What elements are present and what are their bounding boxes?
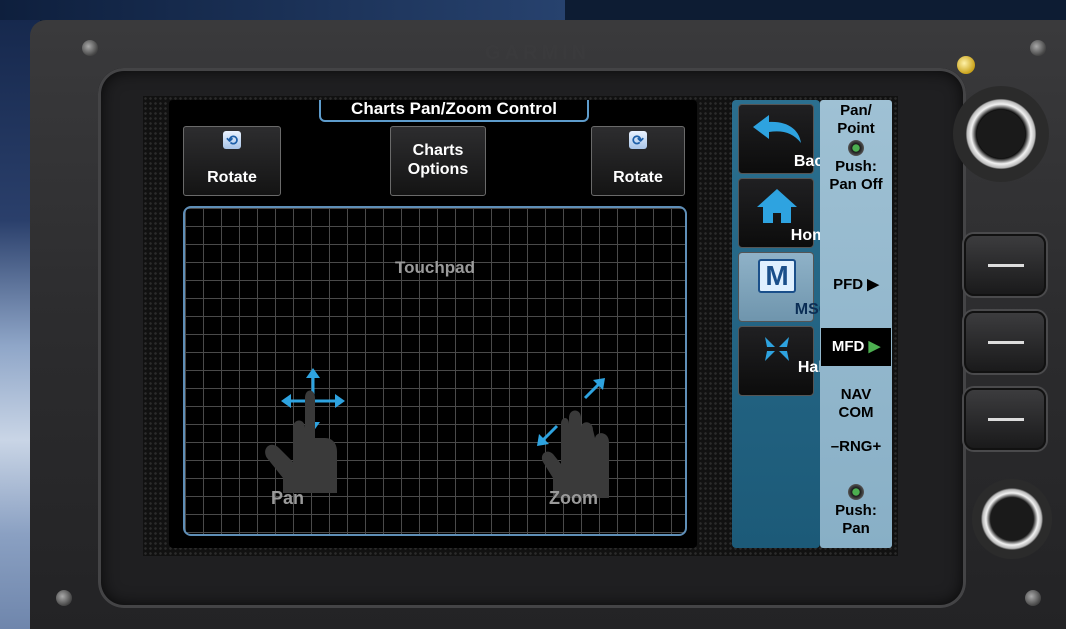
pan-point-label-2: Point: [837, 120, 875, 137]
touchpad-area[interactable]: Touchpad Pan Zoom: [183, 206, 687, 536]
home-button[interactable]: Home: [738, 178, 835, 248]
rotate-cw-button[interactable]: ⟳ Rotate: [591, 126, 685, 196]
rotate-cw-label: Rotate: [613, 169, 663, 186]
hardware-button-1[interactable]: [964, 234, 1046, 296]
pan-gesture-icon: [265, 368, 345, 493]
half-button[interactable]: Half: [738, 326, 828, 396]
mfd-active-label: MFD ▶: [821, 328, 891, 366]
lower-knob[interactable]: [972, 479, 1052, 559]
back-button[interactable]: Back: [738, 104, 832, 174]
hardware-button-2[interactable]: [964, 311, 1046, 373]
rotate-ccw-icon: ⟲: [223, 131, 241, 149]
screw-icon: [56, 590, 72, 606]
pan-point-label-1: Pan/: [840, 102, 872, 119]
background-top: [0, 0, 565, 20]
pfd-label: PFD ▶: [833, 276, 879, 293]
knob-icon: [848, 140, 864, 156]
screw-icon: [1030, 40, 1046, 56]
knob-label-column: Pan/ Point Push: Pan Off PFD ▶ MFD ▶ NAV…: [820, 100, 892, 548]
rotate-cw-icon: ⟳: [629, 131, 647, 149]
screw-icon: [82, 40, 98, 56]
rotate-ccw-label: Rotate: [207, 169, 257, 186]
lower-push-label-1: Push:: [835, 502, 877, 519]
screw-icon: [1025, 590, 1041, 606]
active-arrow-icon: ▶: [868, 338, 881, 355]
msg-button[interactable]: M MSG: [738, 252, 831, 322]
hardware-button-3[interactable]: [964, 388, 1046, 450]
msg-icon: M: [758, 259, 796, 293]
upper-knob[interactable]: [953, 86, 1049, 182]
upper-push-label-1: Push:: [835, 158, 877, 175]
brand-logo: GARMIN: [485, 42, 591, 64]
mfd-label: MFD: [831, 338, 865, 355]
back-arrow-icon: [753, 115, 801, 143]
charts-options-button[interactable]: Charts Options: [390, 126, 486, 196]
home-icon: [757, 189, 797, 223]
range-label: –RNG+: [830, 438, 882, 455]
touchpad-label: Touchpad: [395, 258, 475, 277]
knob-icon: [848, 484, 864, 500]
rotate-ccw-button[interactable]: ⟲ Rotate: [183, 126, 281, 196]
softkey-column: Back Home M MSG Half: [732, 100, 835, 548]
zoom-label: Zoom: [549, 488, 598, 508]
status-led-icon: [957, 56, 975, 74]
com-label: COM: [838, 404, 874, 421]
nav-label: NAV: [840, 386, 872, 403]
pan-label: Pan: [271, 488, 305, 508]
upper-push-label-2: Pan Off: [829, 176, 883, 193]
lower-push-label-2: Pan: [842, 520, 870, 537]
touchscreen: Charts Pan/Zoom Control ⟲ Rotate Charts …: [143, 96, 898, 556]
panel-title: Charts Pan/Zoom Control: [319, 100, 589, 122]
